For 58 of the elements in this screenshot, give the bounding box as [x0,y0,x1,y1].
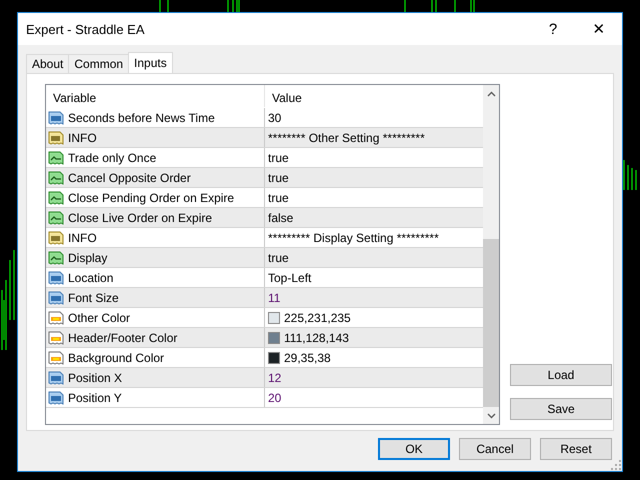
variable-name: Close Live Order on Expire [68,210,212,224]
value-cell[interactable]: 20 [268,390,282,404]
tab[interactable]: Inputs [128,52,173,73]
value-cell[interactable]: true [268,170,289,184]
value-cell[interactable]: 12 [268,370,282,384]
number-type-icon [48,110,64,126]
value-cell[interactable]: 29,35,38 [284,350,331,364]
text-type-icon [48,230,64,246]
value-cell[interactable]: true [268,150,289,164]
boolean-type-icon [48,250,64,266]
scrollbar[interactable] [483,85,499,424]
value-cell[interactable]: 225,231,235 [284,310,351,324]
boolean-type-icon [48,190,64,206]
resize-grip-icon[interactable] [611,460,621,470]
variable-name: Close Pending Order on Expire [68,190,234,204]
number-type-icon [48,290,64,306]
variable-name: Location [68,270,114,284]
dialog-button[interactable]: OK [378,438,450,460]
value-cell[interactable]: 30 [268,110,282,124]
dialog-button[interactable]: Cancel [459,438,531,460]
load-button[interactable]: Load [510,364,612,386]
column-header[interactable]: Value [265,85,483,107]
scroll-down-icon[interactable] [486,412,496,418]
dialog-button[interactable]: Reset [540,438,612,460]
variable-name: Other Color [68,310,130,324]
scroll-up-icon[interactable] [486,90,496,96]
value-cell[interactable]: 11 [268,290,280,304]
value-cell[interactable]: true [268,190,289,204]
text-type-icon [48,130,64,146]
boolean-type-icon [48,150,64,166]
window-title: Expert - Straddle EA [26,22,146,36]
variable-name: Trade only Once [68,150,156,164]
boolean-type-icon [48,210,64,226]
variable-name: INFO [68,230,97,244]
column-header[interactable]: Variable [46,85,265,107]
value-cell[interactable]: true [268,250,289,264]
color-type-icon [48,330,64,346]
variable-name: Display [68,250,108,264]
save-button[interactable]: Save [510,398,612,420]
number-type-icon [48,270,64,286]
number-type-icon [48,390,64,406]
value-cell[interactable]: ********* Display Setting ********* [268,230,439,244]
variable-name: Header/Footer Color [68,330,178,344]
variable-name: Background Color [68,350,164,364]
value-cell[interactable]: Top-Left [268,270,312,284]
value-cell[interactable]: ******** Other Setting ********* [268,130,425,144]
variable-name: Position Y [68,390,122,404]
variable-name: INFO [68,130,97,144]
variable-name: Cancel Opposite Order [68,170,191,184]
number-type-icon [48,370,64,386]
variable-name: Font Size [68,290,119,304]
boolean-type-icon [48,170,64,186]
variable-name: Seconds before News Time [68,110,215,124]
value-cell[interactable]: false [268,210,294,224]
scroll-thumb[interactable] [483,239,499,407]
variable-name: Position X [68,370,122,384]
value-cell[interactable]: 111,128,143 [284,330,349,344]
tab[interactable]: About [26,54,70,73]
